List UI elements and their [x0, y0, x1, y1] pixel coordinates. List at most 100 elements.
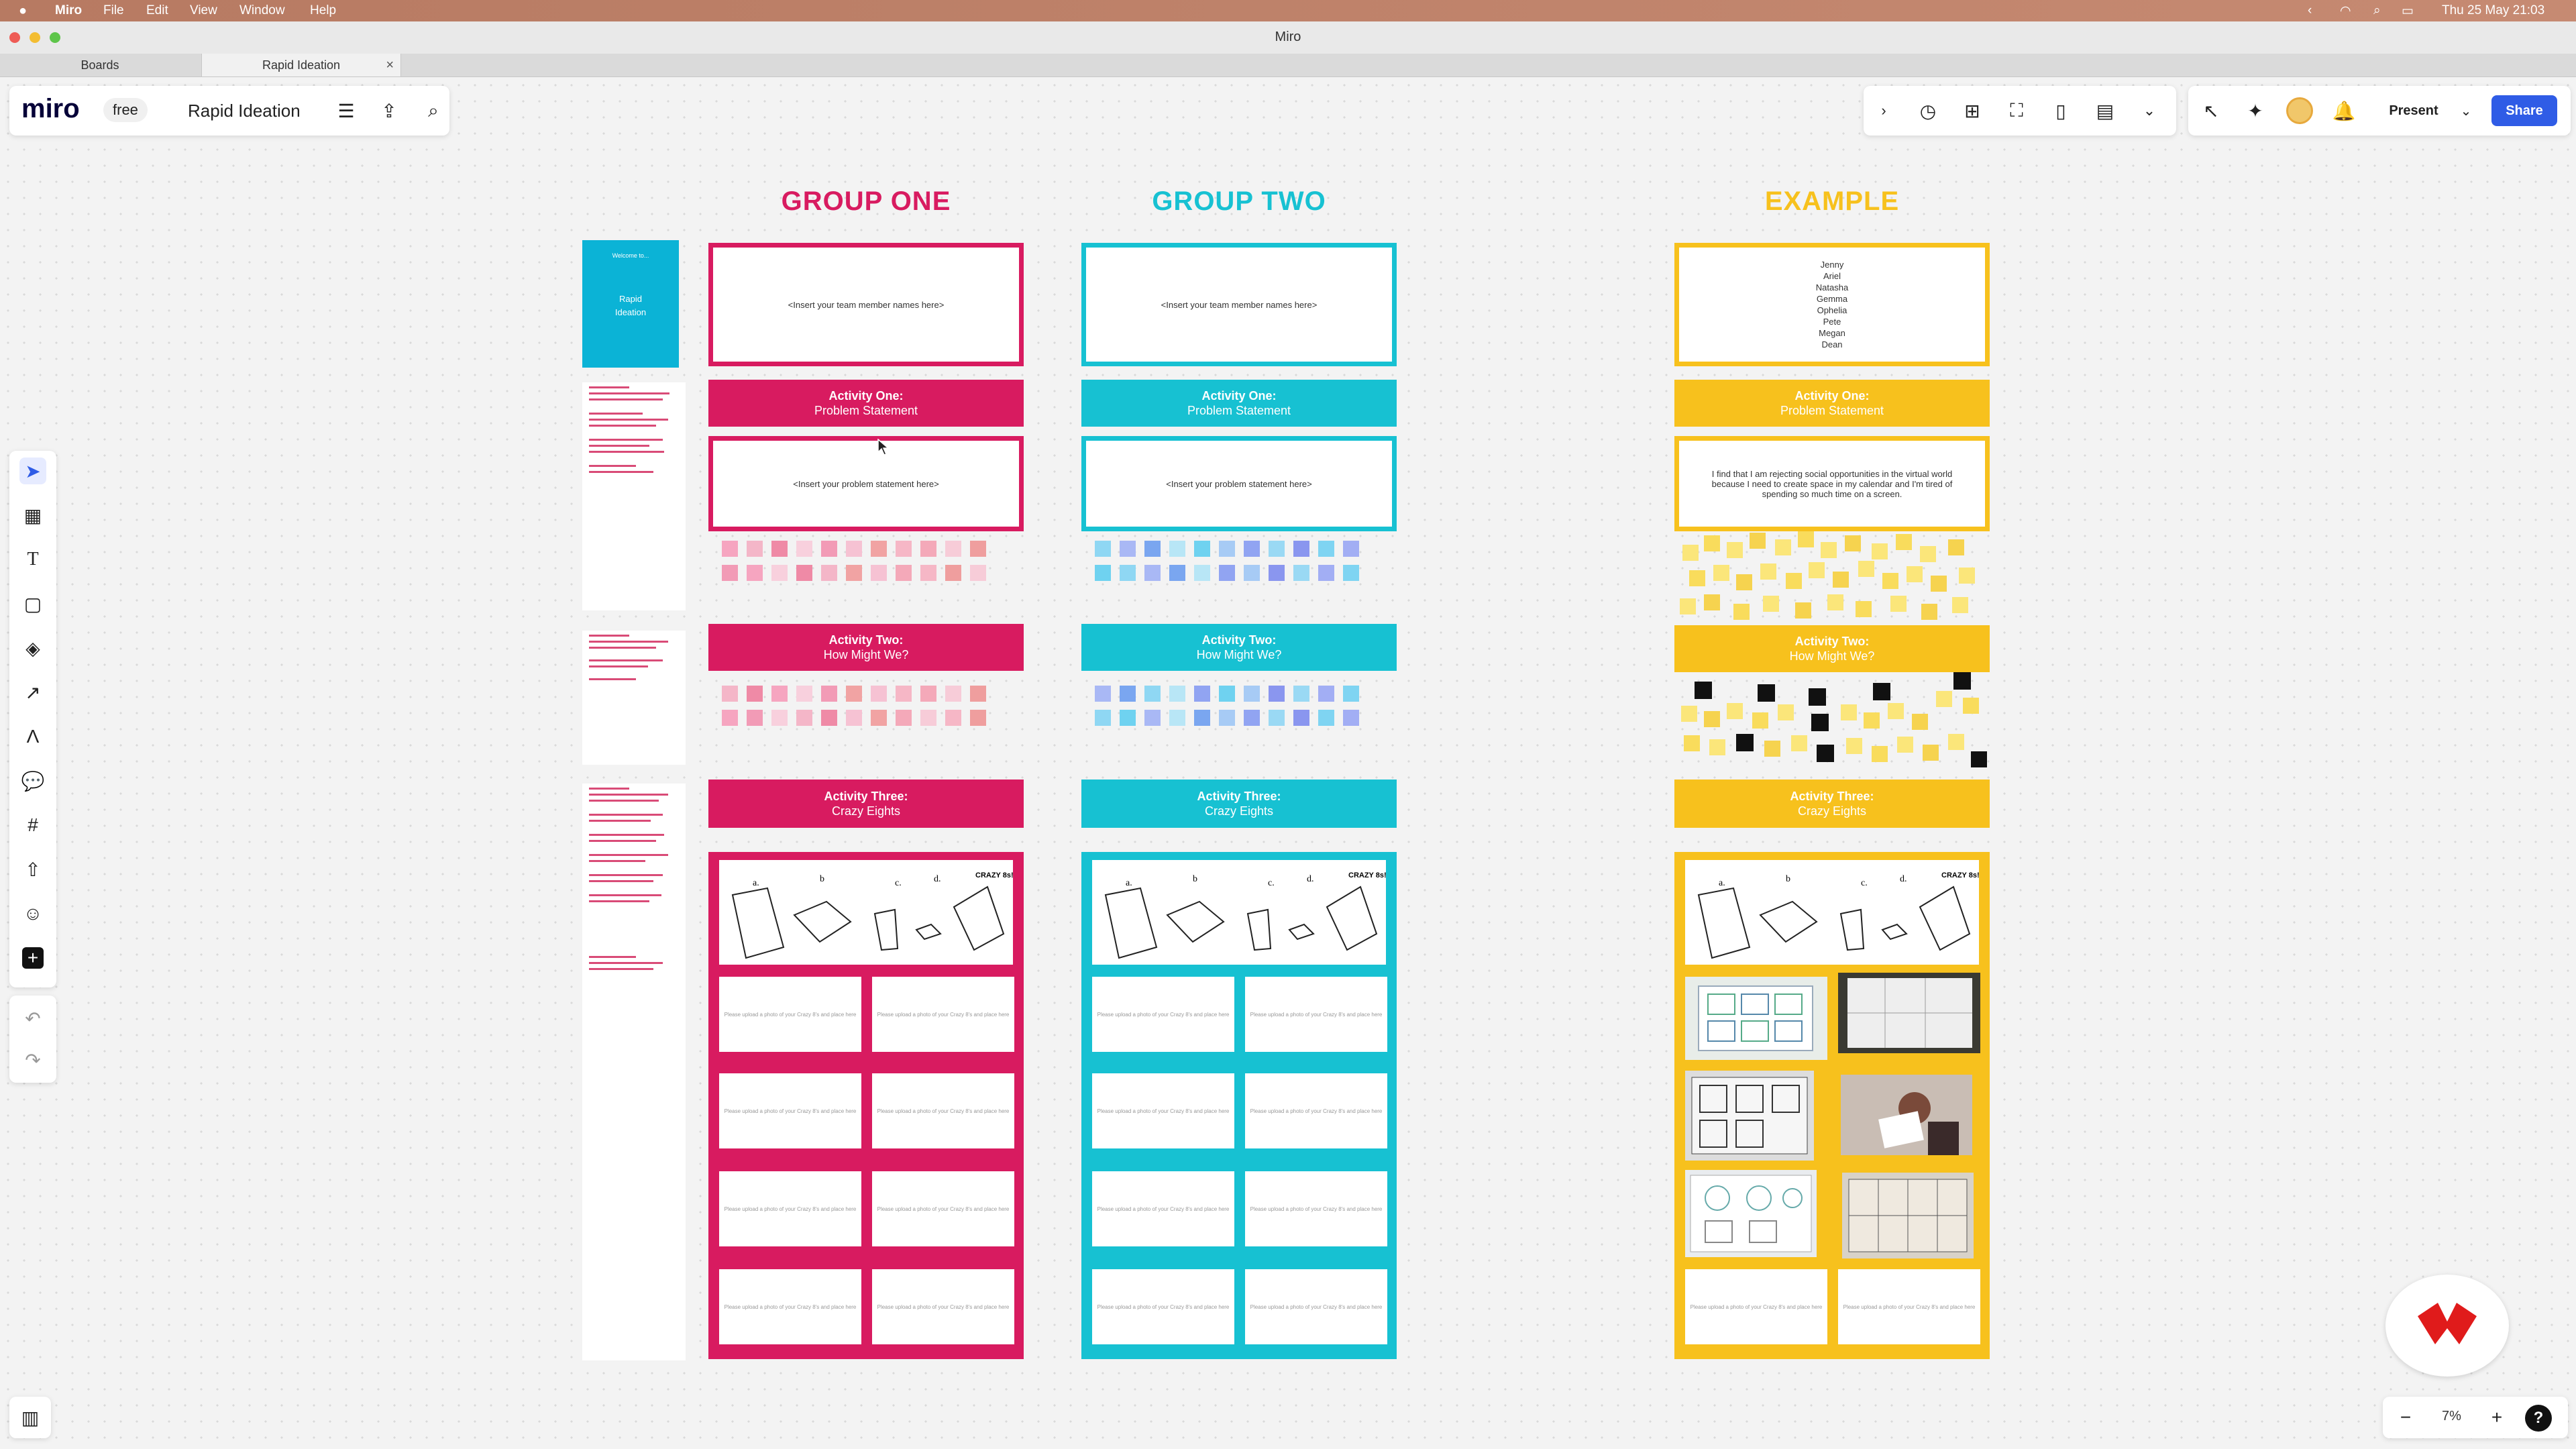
group-one-activity-one-header[interactable]: Activity One: Problem Statement: [708, 380, 1024, 427]
pen-icon[interactable]: Λ: [19, 723, 46, 750]
sticky-note[interactable]: [1269, 710, 1285, 726]
example-activity-two-header[interactable]: Activity Two: How Might We?: [1674, 625, 1990, 672]
plan-badge[interactable]: free: [103, 98, 148, 122]
search-icon[interactable]: ⌕: [420, 97, 447, 124]
crazy-eights-cell[interactable]: Please upload a photo of your Crazy 8's …: [719, 1171, 861, 1246]
sticky-note[interactable]: [747, 565, 763, 581]
sticky-note[interactable]: [1219, 686, 1235, 702]
crazy-eights-cell[interactable]: Please upload a photo of your Crazy 8's …: [1092, 1269, 1234, 1344]
example-sticky-notes-cluster-b[interactable]: [1677, 671, 1990, 775]
example-names-box[interactable]: Jenny Ariel Natasha Gemma Ophelia Pete M…: [1674, 243, 1990, 366]
sticky-note[interactable]: [871, 686, 887, 702]
crazy-eights-cell[interactable]: Please upload a photo of your Crazy 8's …: [1245, 1269, 1387, 1344]
present-button[interactable]: Present: [2373, 95, 2454, 126]
wifi-icon[interactable]: ◠: [2340, 3, 2351, 19]
miro-logo[interactable]: miro: [21, 94, 80, 124]
crazy-eights-photo[interactable]: [1838, 973, 1980, 1053]
sticky-note[interactable]: [1343, 541, 1359, 557]
timer-icon[interactable]: ◷: [1915, 97, 1941, 124]
select-tool-icon[interactable]: ➤: [19, 458, 46, 484]
templates-icon[interactable]: ▦: [19, 502, 46, 529]
sticky-note[interactable]: [1343, 710, 1359, 726]
sticky-note[interactable]: [1095, 541, 1111, 557]
sticky-note[interactable]: [1269, 565, 1285, 581]
sticky-note[interactable]: [846, 686, 862, 702]
chevron-double-down-icon[interactable]: ⌄: [2136, 97, 2163, 124]
menu-app-name[interactable]: Miro: [55, 3, 82, 18]
sticky-note[interactable]: [970, 565, 986, 581]
group-one-sticky-notes-a[interactable]: [722, 541, 986, 581]
crazy-eights-cell[interactable]: Please upload a photo of your Crazy 8's …: [719, 977, 861, 1052]
example-problem-box[interactable]: I find that I am rejecting social opport…: [1674, 436, 1990, 531]
sticky-note[interactable]: [1318, 686, 1334, 702]
sticky-note[interactable]: [1293, 710, 1309, 726]
sticky-note[interactable]: [945, 686, 961, 702]
control-center-icon[interactable]: ▭: [2402, 3, 2414, 19]
sticky-note[interactable]: [920, 541, 936, 557]
sticky-note[interactable]: [722, 710, 738, 726]
group-one-crazy-eights-frame[interactable]: a. b c. d. CRAZY 8s! Please upload a pho…: [708, 852, 1024, 1359]
shapes-icon[interactable]: ◈: [19, 635, 46, 661]
example-title[interactable]: EXAMPLE: [1674, 186, 1990, 217]
group-two-sticky-notes-a[interactable]: [1095, 541, 1359, 581]
focus-icon[interactable]: ⛶: [2003, 97, 2030, 124]
connection-line-icon[interactable]: ↗: [19, 679, 46, 706]
present-options-chevron-icon[interactable]: ⌄: [2453, 97, 2479, 124]
group-two-title[interactable]: GROUP TWO: [1081, 186, 1397, 217]
crazy-eights-cell[interactable]: Please upload a photo of your Crazy 8's …: [1685, 1269, 1827, 1344]
notes-icon[interactable]: ▤: [2092, 97, 2118, 124]
help-button[interactable]: ?: [2525, 1405, 2552, 1432]
crazy-eights-cell[interactable]: Please upload a photo of your Crazy 8's …: [1245, 1073, 1387, 1148]
user-avatar[interactable]: [2286, 97, 2313, 124]
sticky-note[interactable]: [1120, 686, 1136, 702]
group-two-problem-box[interactable]: <Insert your problem statement here>: [1081, 436, 1397, 531]
sticky-note[interactable]: [1144, 686, 1161, 702]
sticky-note[interactable]: [1318, 541, 1334, 557]
sticky-note[interactable]: [846, 710, 862, 726]
tab-rapid-ideation[interactable]: Rapid Ideation ×: [201, 54, 401, 76]
tab-boards[interactable]: Boards: [0, 54, 200, 76]
voting-icon[interactable]: ▯: [2047, 97, 2074, 124]
group-one-problem-box[interactable]: <Insert your problem statement here>: [708, 436, 1024, 531]
crazy-eights-cell[interactable]: Please upload a photo of your Crazy 8's …: [1838, 1269, 1980, 1344]
crazy-eights-photo[interactable]: [1842, 1173, 1974, 1258]
sticky-note[interactable]: [1244, 541, 1260, 557]
sticky-note[interactable]: [821, 686, 837, 702]
share-button[interactable]: Share: [2491, 95, 2557, 126]
frame-icon[interactable]: #: [19, 812, 46, 839]
crazy-eights-cell[interactable]: Please upload a photo of your Crazy 8's …: [1092, 977, 1234, 1052]
sticky-note[interactable]: [945, 541, 961, 557]
sticky-note[interactable]: [796, 686, 812, 702]
group-two-crazy-eights-frame[interactable]: a. b c. d. CRAZY 8s! Please upload a pho…: [1081, 852, 1397, 1359]
text-tool-icon[interactable]: T: [19, 546, 46, 573]
group-two-sticky-notes-b[interactable]: [1095, 686, 1359, 726]
apple-icon[interactable]: ●: [19, 3, 27, 19]
example-crazy-eights-frame[interactable]: a. b c. d. CRAZY 8s! Please upload a pho…: [1674, 852, 1990, 1359]
crazy-eights-cell[interactable]: Please upload a photo of your Crazy 8's …: [1092, 1171, 1234, 1246]
sticky-note[interactable]: [1144, 710, 1161, 726]
sticky-note[interactable]: [1219, 710, 1235, 726]
sticky-note[interactable]: [846, 541, 862, 557]
notifications-bell-icon[interactable]: 🔔: [2330, 97, 2357, 124]
sticky-note[interactable]: [970, 710, 986, 726]
sticky-note[interactable]: [1169, 541, 1185, 557]
example-sticky-notes-cluster-a[interactable]: [1677, 530, 1990, 624]
group-one-activity-three-header[interactable]: Activity Three: Crazy Eights: [708, 780, 1024, 828]
sticky-note[interactable]: [1169, 710, 1185, 726]
sticky-note[interactable]: [1194, 541, 1210, 557]
sticky-note[interactable]: [871, 541, 887, 557]
group-two-names-box[interactable]: <Insert your team member names here>: [1081, 243, 1397, 366]
sticky-note[interactable]: [722, 565, 738, 581]
celebrate-icon[interactable]: ✦: [2242, 97, 2269, 124]
sticky-note[interactable]: [1318, 710, 1334, 726]
sticky-note[interactable]: [896, 541, 912, 557]
group-one-activity-two-header[interactable]: Activity Two: How Might We?: [708, 624, 1024, 671]
sticky-note[interactable]: [1169, 565, 1185, 581]
group-two-activity-three-header[interactable]: Activity Three: Crazy Eights: [1081, 780, 1397, 828]
crazy-eights-cell[interactable]: Please upload a photo of your Crazy 8's …: [1092, 1073, 1234, 1148]
group-one-sticky-notes-b[interactable]: [722, 686, 986, 726]
menu-file[interactable]: File: [103, 3, 124, 18]
more-tools-icon[interactable]: +: [22, 947, 44, 969]
sticky-note[interactable]: [970, 541, 986, 557]
sticky-note[interactable]: [920, 686, 936, 702]
